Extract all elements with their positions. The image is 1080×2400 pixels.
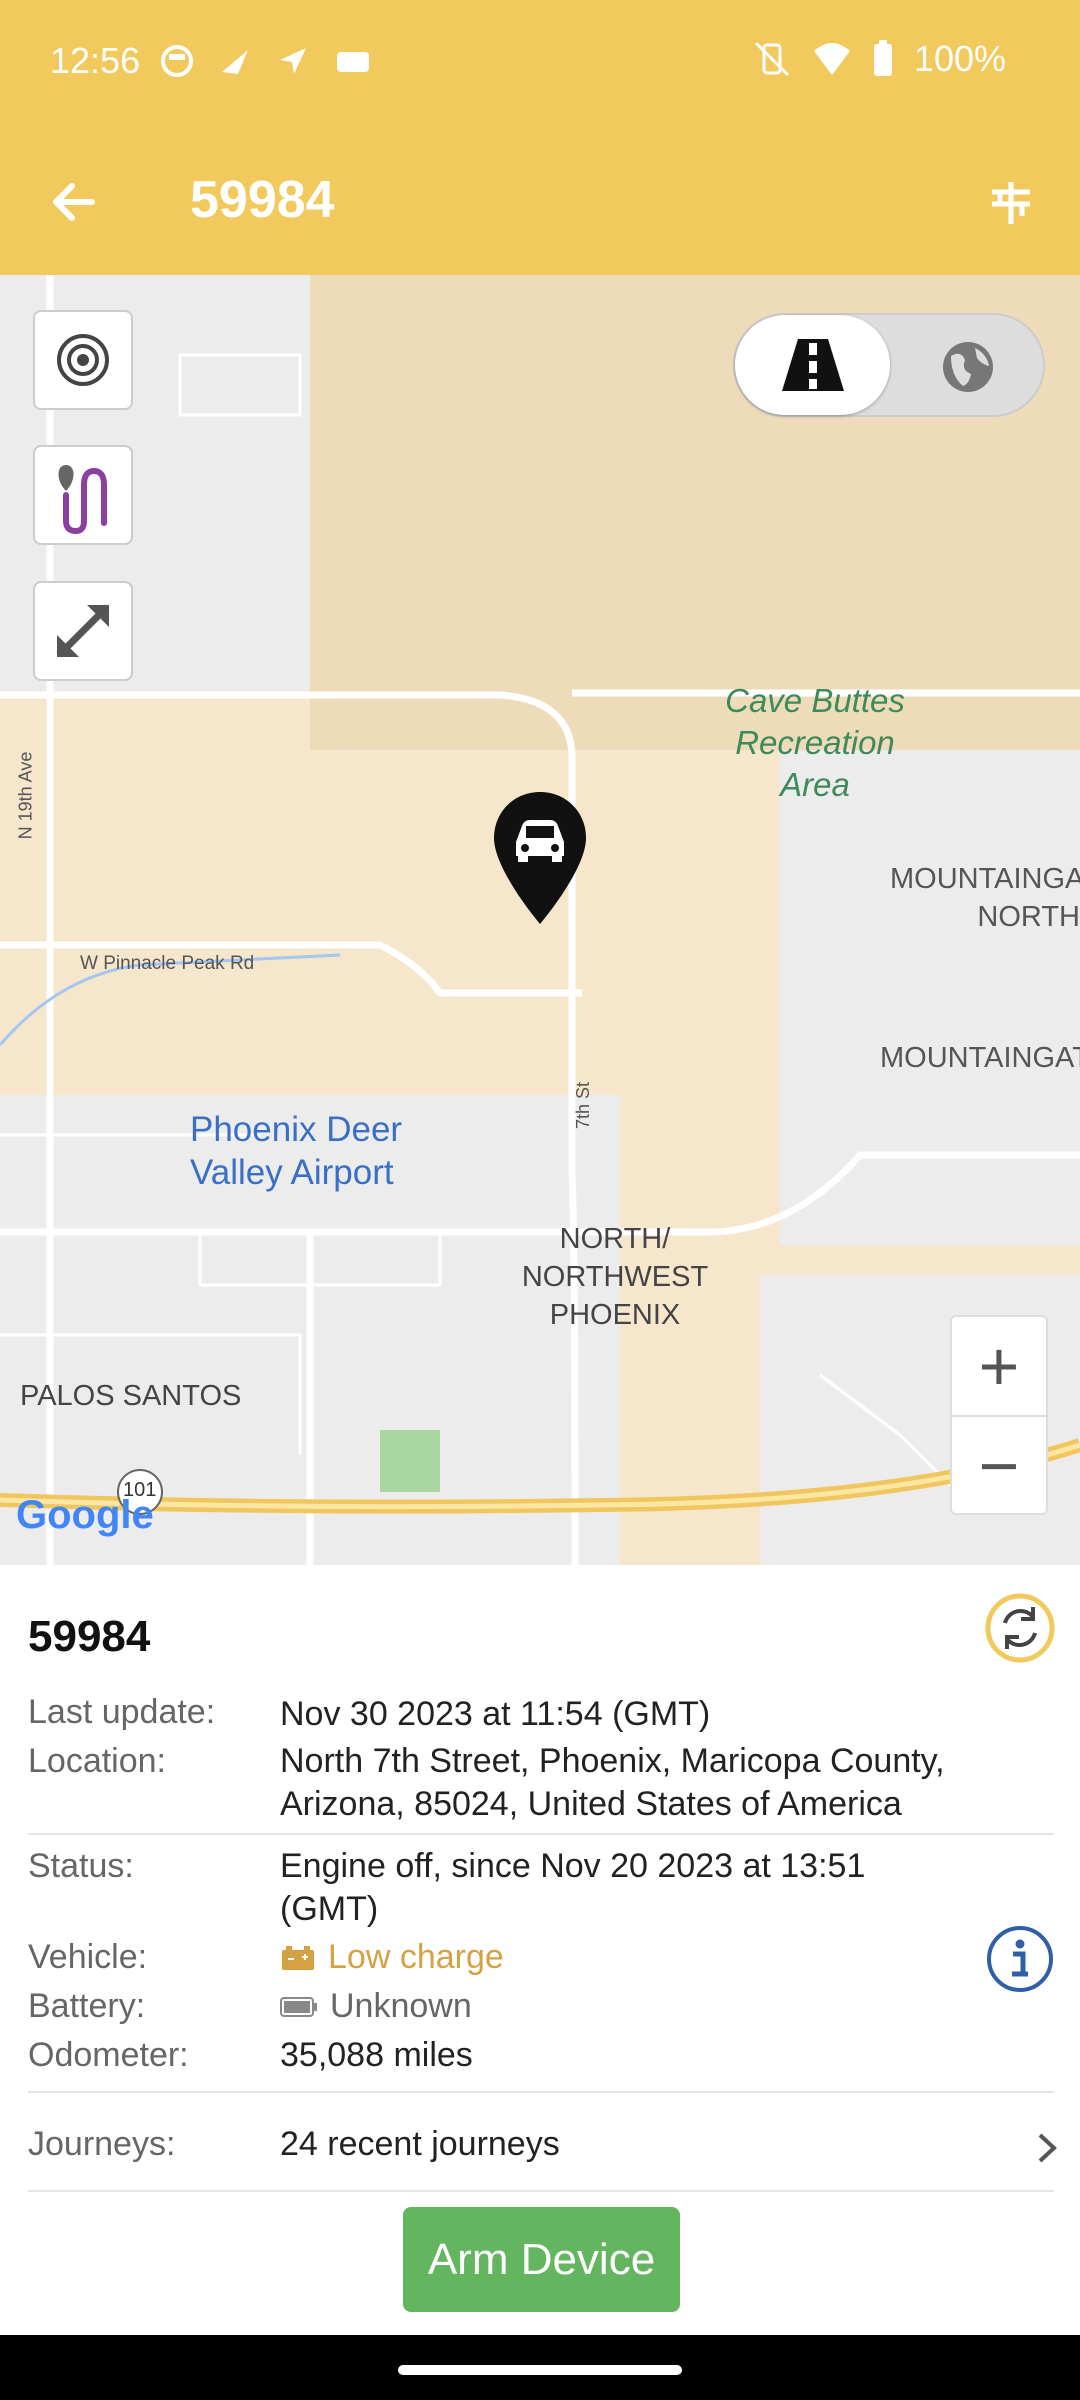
zoom-in-button[interactable]: +: [952, 1317, 1046, 1417]
odometer-value: 35,088 miles: [280, 2036, 473, 2074]
back-arrow-icon[interactable]: [44, 172, 104, 232]
battery-label: Battery:: [28, 1987, 146, 2025]
zoom-controls: + −: [950, 1315, 1048, 1515]
location-label: Location:: [28, 1742, 166, 1780]
fullscreen-button[interactable]: [33, 581, 133, 681]
battery-percent: 100%: [913, 38, 1006, 79]
wifi-icon: [813, 43, 850, 75]
odometer-label: Odometer:: [28, 2036, 189, 2074]
locate-button[interactable]: [33, 310, 133, 410]
map-label-palos-santos: PALOS SANTOS: [20, 1380, 242, 1412]
vibrate-off-icon: [754, 41, 789, 77]
car-notify-icon: [337, 52, 369, 72]
refresh-icon[interactable]: [985, 1593, 1055, 1663]
plane-icon: [222, 50, 248, 74]
location-value: North 7th Street, Phoenix, Maricopa Coun…: [280, 1742, 945, 1823]
battery-status: Unknown: [280, 1985, 1020, 2028]
divider: [28, 1833, 1054, 1835]
battery-value: Unknown: [330, 1987, 472, 2025]
map-label-mountaingate: MOUNTAINGAT: [880, 1042, 1080, 1074]
page-title: 59984: [190, 171, 335, 229]
map-view[interactable]: Cave Buttes Recreation Area MOUNTAINGA N…: [0, 275, 1080, 1565]
divider: [28, 2091, 1054, 2093]
status-time: 12:56: [50, 40, 141, 81]
status-bar: 12:56 100%: [0, 0, 1080, 130]
map-label-pinnacle: W Pinnacle Peak Rd: [80, 953, 255, 974]
info-icon[interactable]: [986, 1925, 1054, 1993]
map-label-cave-buttes: Cave Buttes Recreation Area: [725, 682, 905, 803]
route-icon: [58, 465, 107, 535]
location-arrow-icon: [280, 48, 306, 74]
filter-icon[interactable]: [986, 178, 1036, 228]
map-label-mountaingate-north: MOUNTAINGA NORTH: [890, 863, 1080, 933]
battery-unknown-icon: [280, 1996, 317, 2017]
vehicle-details-panel: 59984 Last update: Nov 30 2023 at 11:54 …: [0, 1565, 1080, 2335]
road-map-option[interactable]: [735, 315, 890, 415]
map-label-north-nw: NORTH/ NORTHWEST PHOENIX: [521, 1223, 709, 1331]
route-history-button[interactable]: [33, 445, 133, 545]
last-update-value: Nov 30 2023 at 11:54 (GMT): [280, 1695, 711, 1733]
vehicle-title: 59984: [28, 1612, 151, 1661]
map-type-toggle[interactable]: [733, 313, 1045, 417]
expand-icon: [56, 604, 110, 658]
journeys-label: Journeys:: [28, 2125, 176, 2163]
last-update-label: Last update:: [28, 1693, 216, 1731]
vehicle-status: Low charge: [280, 1936, 1020, 1979]
arm-device-button[interactable]: Arm Device: [403, 2207, 680, 2312]
home-handle[interactable]: [398, 2365, 682, 2375]
battery-icon: [873, 40, 892, 76]
notification-icons: [160, 44, 372, 78]
journeys-row[interactable]: Journeys: 24 recent journeys: [0, 2095, 1080, 2195]
google-logo: Google: [16, 1493, 154, 1537]
navigation-bar: [0, 2335, 1080, 2400]
journeys-value: 24 recent journeys: [280, 2125, 560, 2163]
app-toolbar: 59984: [0, 130, 1080, 275]
map-label-7th: 7th St: [573, 1081, 594, 1130]
road-icon: [781, 339, 844, 391]
satellite-globe-icon[interactable]: [941, 340, 995, 394]
map-label-airport: Phoenix Deer Valley Airport: [190, 1110, 403, 1192]
map-label-n19th: N 19th Ave: [15, 751, 36, 840]
vehicle-marker-icon[interactable]: [492, 790, 588, 926]
car-battery-icon: [282, 1945, 314, 1970]
chevron-right-icon: [1038, 2133, 1057, 2163]
status-label: Status:: [28, 1847, 134, 1885]
vehicle-value: Low charge: [328, 1938, 504, 1976]
status-value: Engine off, since Nov 20 2023 at 13:51 (…: [280, 1847, 866, 1928]
zoom-out-button[interactable]: −: [952, 1417, 1046, 1515]
face-icon: [161, 45, 193, 77]
vehicle-label: Vehicle:: [28, 1938, 148, 1976]
divider: [28, 2190, 1054, 2192]
target-icon: [57, 334, 109, 386]
system-icons: 100%: [752, 38, 1006, 80]
